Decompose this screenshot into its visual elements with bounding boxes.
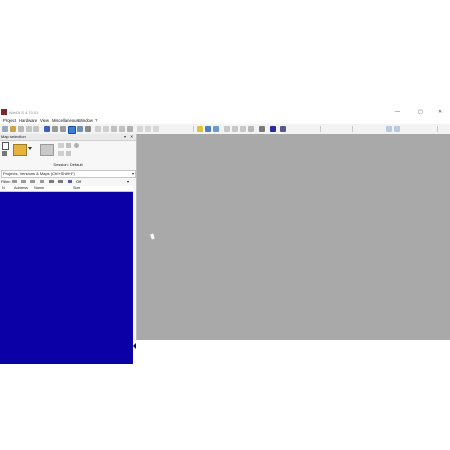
app-logo-icon: [1, 109, 7, 115]
filter-option-icon[interactable]: [49, 180, 54, 183]
filter-bar: Filter: Off ▾: [0, 178, 136, 185]
column-header-size[interactable]: Size: [73, 186, 80, 191]
toolbar-separator: [193, 126, 194, 132]
map-2d-icon[interactable]: [137, 126, 143, 132]
view-select-value: Projects, Versions & Maps (Ctrl+Shift+F): [3, 171, 75, 176]
find-icon[interactable]: [77, 126, 83, 132]
next-icon[interactable]: [394, 126, 400, 132]
menu-project[interactable]: Project: [3, 118, 16, 123]
grid-icon[interactable]: [2, 151, 7, 156]
window-title: WinOLS 4.70.01: [9, 110, 39, 115]
settings-icon[interactable]: [248, 126, 254, 132]
paste-icon[interactable]: [58, 151, 64, 156]
mouse-pointer-icon: [150, 233, 155, 240]
menu-hardware[interactable]: Hardware: [19, 118, 37, 123]
menu-bar: Project Hardware View Miscellaneous Wind…: [0, 117, 450, 124]
splitter-collapse-icon[interactable]: [133, 343, 136, 349]
column-header-n[interactable]: N: [2, 186, 5, 191]
toolbar-separator: [352, 126, 353, 132]
title-bar: WinOLS 4.70.01 — ▢ ✕: [0, 108, 450, 117]
zoom-out-icon[interactable]: [240, 126, 246, 132]
filter-label: Filter:: [1, 179, 11, 184]
forward-icon[interactable]: [52, 126, 58, 132]
undo-icon[interactable]: [95, 126, 101, 132]
recent-projects-icon[interactable]: [40, 144, 54, 156]
info-icon[interactable]: [205, 126, 211, 132]
import-icon[interactable]: [127, 126, 133, 132]
app-window: WinOLS 4.70.01 — ▢ ✕ Project Hardware Vi…: [0, 108, 450, 364]
hex-view-icon[interactable]: [44, 126, 50, 132]
compare-icon[interactable]: [111, 126, 117, 132]
copy-icon[interactable]: [58, 143, 64, 148]
workspace-area[interactable]: [137, 134, 450, 340]
column-header-name[interactable]: Name: [34, 186, 44, 191]
minimize-button[interactable]: —: [395, 109, 400, 115]
map-3d-icon[interactable]: [145, 126, 151, 132]
last-icon[interactable]: [60, 126, 66, 132]
redo-icon[interactable]: [103, 126, 109, 132]
map-list[interactable]: [0, 192, 133, 364]
filter-name-icon[interactable]: [30, 180, 35, 183]
new-project-icon[interactable]: [2, 142, 9, 150]
graph-icon[interactable]: [224, 126, 230, 132]
calculator-icon[interactable]: [85, 126, 91, 132]
panel-header: Map selection ▾ ✕: [0, 134, 136, 141]
panel-close-button[interactable]: ✕: [130, 134, 133, 139]
toolbar-separator: [320, 126, 321, 132]
zoom-in-icon[interactable]: [232, 126, 238, 132]
menu-view[interactable]: View: [40, 118, 49, 123]
toolbar-separator: [437, 126, 438, 132]
transfer-icon[interactable]: [66, 151, 71, 156]
link-icon[interactable]: [66, 143, 71, 148]
menu-help[interactable]: ?: [95, 118, 97, 123]
wizard-icon[interactable]: [213, 126, 219, 132]
favorite-icon[interactable]: [197, 126, 203, 132]
view-select[interactable]: Projects, Versions & Maps (Ctrl+Shift+F)…: [1, 170, 136, 178]
color-icon[interactable]: [270, 126, 276, 132]
maximize-button[interactable]: ▢: [418, 109, 423, 115]
prev-icon[interactable]: [386, 126, 392, 132]
filter-type-icon[interactable]: [12, 180, 17, 183]
chevron-down-icon: ▾: [131, 171, 134, 176]
open-folder-icon[interactable]: [13, 144, 27, 156]
column-header-address[interactable]: Address: [14, 186, 28, 191]
session-label: Session: Default: [53, 162, 83, 167]
open-icon[interactable]: [10, 126, 16, 132]
filter-more-icon[interactable]: [58, 180, 63, 183]
panel-pin-button[interactable]: ▾: [124, 134, 126, 139]
menu-miscellaneous[interactable]: Miscellaneous: [52, 118, 79, 123]
width-icon[interactable]: [259, 126, 265, 132]
text-view-icon[interactable]: [153, 126, 159, 132]
select-icon[interactable]: [68, 126, 76, 134]
panel-title: Map selection: [1, 134, 26, 139]
map-selection-panel: Map selection ▾ ✕ Session: Default Proje…: [0, 134, 137, 364]
first-icon[interactable]: [26, 126, 32, 132]
gear-icon[interactable]: [74, 143, 79, 148]
display-mode-icon[interactable]: [280, 126, 286, 132]
filter-size-icon[interactable]: [40, 180, 44, 183]
save-icon[interactable]: [18, 126, 24, 132]
checksum-icon[interactable]: [119, 126, 125, 132]
close-button[interactable]: ✕: [438, 109, 442, 115]
new-icon[interactable]: [2, 126, 8, 132]
back-icon[interactable]: [33, 126, 39, 132]
filter-chevron-down-icon[interactable]: ▾: [127, 178, 129, 185]
menu-window[interactable]: Window: [78, 118, 93, 123]
filter-address-icon[interactable]: [21, 180, 26, 183]
filter-value[interactable]: Off: [76, 178, 81, 185]
filter-mode-icon[interactable]: [68, 180, 72, 183]
dropdown-arrow-icon[interactable]: [28, 147, 32, 150]
